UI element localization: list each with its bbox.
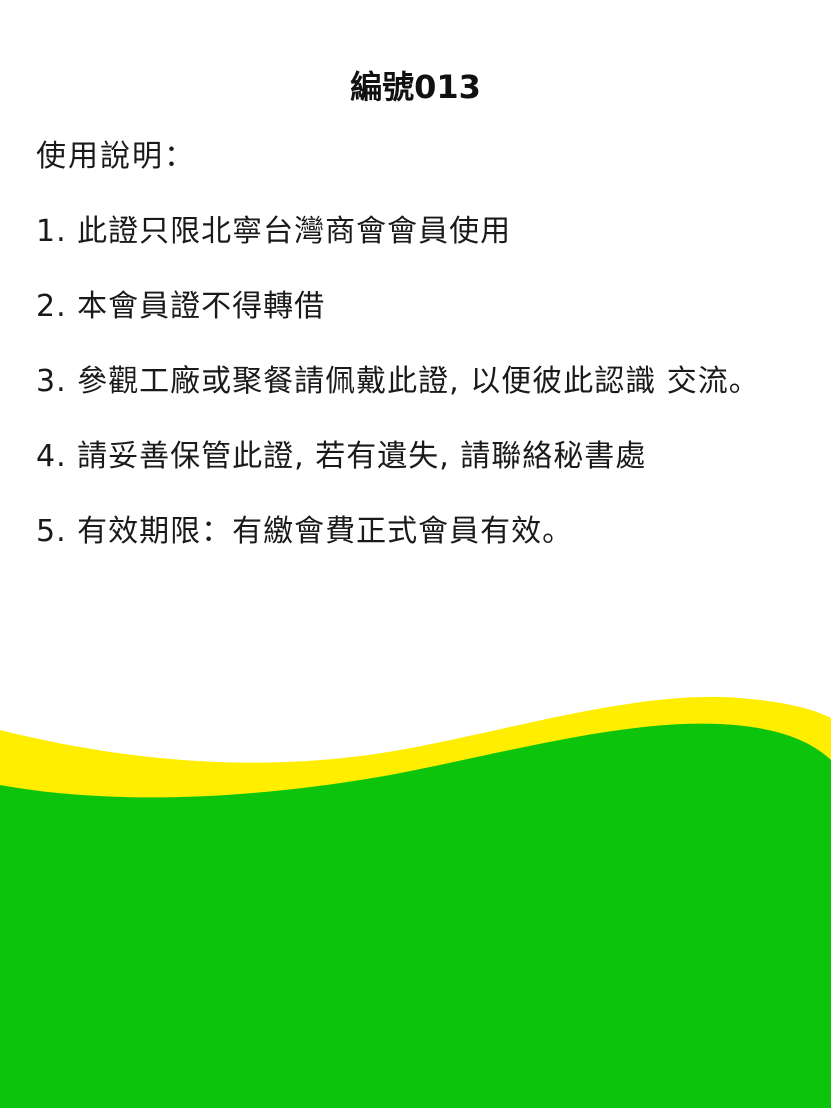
rules-list: 1. 此證只限北寧台灣商會會員使用 2. 本會員證不得轉借 3. 參觀工廠或聚餐… xyxy=(36,213,816,551)
membership-card-back: 編號013 使用說明： 1. 此證只限北寧台灣商會會員使用 2. 本會員證不得轉… xyxy=(0,0,831,1108)
rule-item: 5. 有效期限：有繳會費正式會員有效。 xyxy=(36,514,574,549)
decorative-wave xyxy=(0,696,831,1108)
rule-item: 1. 此證只限北寧台灣商會會員使用 xyxy=(36,214,512,249)
instructions-heading: 使用說明： xyxy=(36,139,196,174)
rule-item: 2. 本會員證不得轉借 xyxy=(36,289,326,324)
usage-instructions: 使用說明： 1. 此證只限北寧台灣商會會員使用 2. 本會員證不得轉借 3. 參… xyxy=(36,138,816,551)
rule-item: 3. 參觀工廠或聚餐請佩戴此證, 以便彼此認識 交流。 xyxy=(36,364,760,399)
rule-item: 4. 請妥善保管此證, 若有遺失, 請聯絡秘書處 xyxy=(36,439,647,474)
serial-number: 編號013 xyxy=(350,68,481,106)
